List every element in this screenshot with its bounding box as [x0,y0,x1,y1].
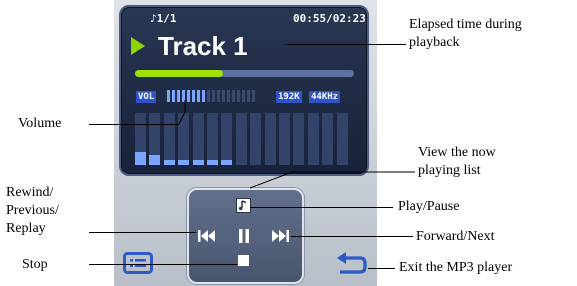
label-rewind-line2: Previous/ [6,203,59,218]
play-pause-callout-line [250,207,393,208]
label-elapsed: Elapsed time during playback [409,16,522,52]
label-elapsed-line1: Elapsed time during [409,17,522,32]
forward-callout-line [291,236,413,237]
label-rewind: Rewind/ Previous/ Replay [6,184,59,238]
label-elapsed-line2: playback [409,35,460,50]
exit-callout-line [368,268,395,269]
rewind-callout-line [89,232,196,233]
label-play-pause: Play/Pause [398,199,460,214]
label-rewind-line1: Rewind/ [6,185,54,200]
label-stop: Stop [22,257,48,272]
label-playlist-line2: playing list [418,163,481,178]
stop-callout-line [89,264,237,265]
label-exit: Exit the MP3 player [399,260,513,275]
label-rewind-line3: Replay [6,221,46,236]
label-playlist-line1: View the now [418,145,496,160]
label-volume: Volume [18,116,62,131]
label-playlist: View the now playing list [418,144,496,180]
label-forward: Forward/Next [416,229,495,244]
